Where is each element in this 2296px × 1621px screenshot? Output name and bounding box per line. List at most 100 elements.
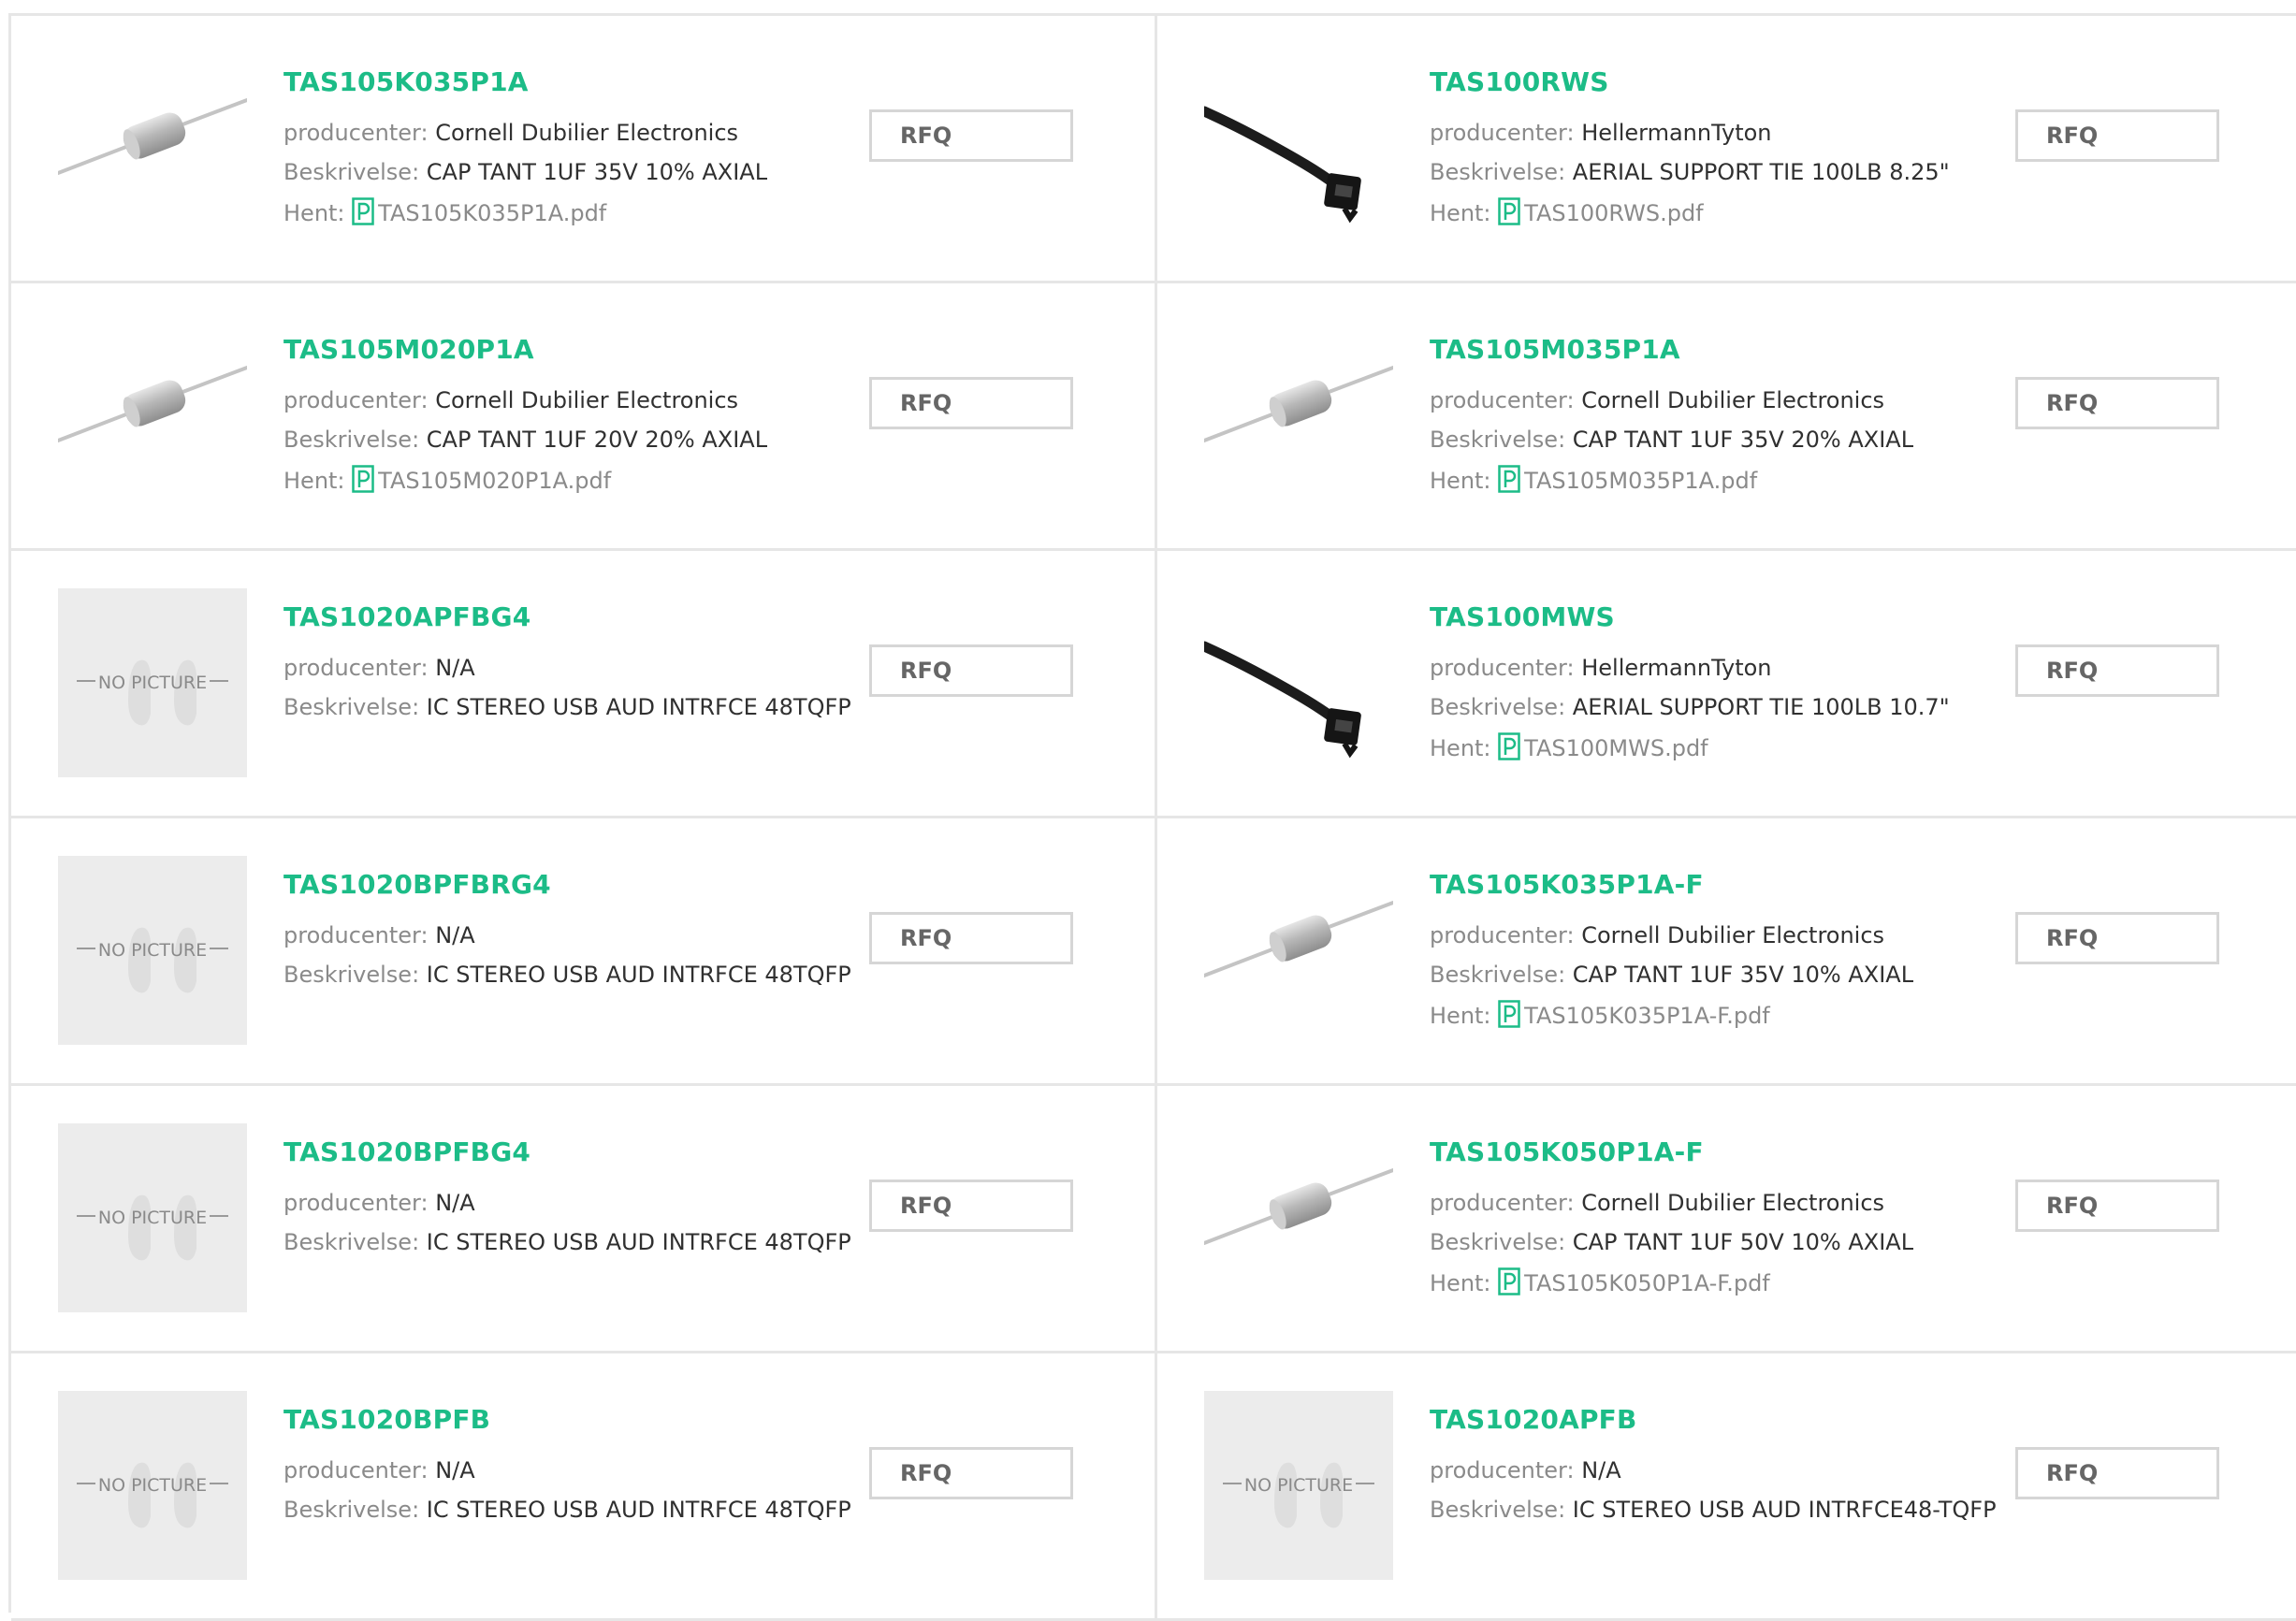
description-row: Beskrivelse: IC STEREO USB AUD INTRFCE 4…: [283, 1228, 851, 1256]
datasheet-link[interactable]: TAS105M020P1A.pdf: [378, 468, 611, 494]
no-picture-placeholder[interactable]: NO PICTURE: [58, 588, 247, 777]
description-row: Beskrivelse: IC STEREO USB AUD INTRFCE 4…: [283, 1496, 851, 1524]
download-label: Hent:: [1430, 1270, 1499, 1296]
rfq-button[interactable]: RFQ: [2015, 109, 2219, 162]
description-label: Beskrivelse:: [283, 694, 427, 720]
manufacturer-row: producenter: N/A: [283, 1189, 475, 1217]
product-card: TAS100RWS producenter: HellermannTyton B…: [1157, 16, 2296, 283]
no-picture-placeholder[interactable]: NO PICTURE: [58, 1391, 247, 1580]
manufacturer-value: Cornell Dubilier Electronics: [1581, 1190, 1885, 1216]
part-number-link[interactable]: TAS105K035P1A-F: [1430, 869, 1704, 900]
no-picture-text: NO PICTURE: [98, 673, 207, 693]
manufacturer-label: producenter:: [1430, 655, 1582, 681]
no-picture-placeholder[interactable]: NO PICTURE: [58, 856, 247, 1045]
datasheet-link[interactable]: TAS105K035P1A-F.pdf: [1524, 1003, 1770, 1029]
rfq-button[interactable]: RFQ: [869, 912, 1073, 964]
part-number-link[interactable]: TAS100RWS: [1430, 66, 1609, 97]
description-value: AERIAL SUPPORT TIE 100LB 8.25": [1572, 159, 1950, 185]
pdf-icon[interactable]: [1498, 1000, 1520, 1035]
manufacturer-row: producenter: N/A: [283, 654, 475, 682]
part-number-link[interactable]: TAS1020APFB: [1430, 1404, 1637, 1435]
pdf-glyph: [352, 197, 374, 225]
pdf-icon[interactable]: [1498, 732, 1520, 767]
pdf-icon[interactable]: [1498, 197, 1520, 232]
rfq-button[interactable]: RFQ: [2015, 1180, 2219, 1232]
rfq-button[interactable]: RFQ: [2015, 1447, 2219, 1499]
manufacturer-value: HellermannTyton: [1581, 120, 1772, 146]
download-row: Hent: TAS105M035P1A.pdf: [1430, 465, 1757, 499]
product-card: NO PICTURE TAS1020BPFB producenter: N/A …: [11, 1353, 1157, 1621]
description-row: Beskrivelse: CAP TANT 1UF 35V 10% AXIAL: [283, 158, 767, 186]
part-number-link[interactable]: TAS105K035P1A: [283, 66, 529, 97]
description-row: Beskrivelse: AERIAL SUPPORT TIE 100LB 8.…: [1430, 158, 1950, 186]
datasheet-link[interactable]: TAS105M035P1A.pdf: [1524, 468, 1757, 494]
cable-tie-image[interactable]: [1204, 588, 1393, 777]
pdf-icon[interactable]: [352, 465, 374, 499]
manufacturer-value: N/A: [435, 1190, 475, 1216]
product-card: TAS105K050P1A-F producenter: Cornell Dub…: [1157, 1086, 2296, 1353]
axial-capacitor-image[interactable]: [58, 53, 247, 242]
part-number-link[interactable]: TAS105M020P1A: [283, 334, 534, 365]
download-row: Hent: TAS105K035P1A-F.pdf: [1430, 1000, 1770, 1035]
download-label: Hent:: [1430, 200, 1499, 226]
product-card: TAS105K035P1A-F producenter: Cornell Dub…: [1157, 818, 2296, 1086]
description-label: Beskrivelse:: [283, 159, 427, 185]
no-picture-text: NO PICTURE: [98, 1475, 207, 1496]
product-card: TAS100MWS producenter: HellermannTyton B…: [1157, 551, 2296, 818]
manufacturer-row: producenter: N/A: [1430, 1456, 1621, 1484]
axial-capacitor-image[interactable]: [58, 321, 247, 510]
pdf-icon[interactable]: [1498, 1267, 1520, 1302]
pdf-glyph: [1498, 1000, 1520, 1028]
rfq-button[interactable]: RFQ: [869, 1447, 1073, 1499]
description-label: Beskrivelse:: [283, 1497, 427, 1523]
download-label: Hent:: [1430, 735, 1499, 761]
download-label: Hent:: [1430, 1003, 1499, 1029]
manufacturer-value: Cornell Dubilier Electronics: [1581, 922, 1885, 948]
datasheet-link[interactable]: TAS100MWS.pdf: [1524, 735, 1707, 761]
part-number-link[interactable]: TAS100MWS: [1430, 601, 1615, 632]
datasheet-link[interactable]: TAS100RWS.pdf: [1524, 200, 1703, 226]
pdf-glyph: [1498, 197, 1520, 225]
download-label: Hent:: [1430, 468, 1499, 494]
description-label: Beskrivelse:: [1430, 962, 1573, 988]
description-row: Beskrivelse: CAP TANT 1UF 35V 10% AXIAL: [1430, 961, 1913, 989]
rfq-button[interactable]: RFQ: [2015, 377, 2219, 429]
part-number-link[interactable]: TAS105K050P1A-F: [1430, 1136, 1704, 1167]
rfq-button[interactable]: RFQ: [869, 109, 1073, 162]
manufacturer-value: N/A: [435, 1457, 475, 1484]
description-row: Beskrivelse: IC STEREO USB AUD INTRFCE 4…: [283, 693, 851, 721]
rfq-button[interactable]: RFQ: [869, 377, 1073, 429]
rfq-button[interactable]: RFQ: [869, 644, 1073, 697]
axial-capacitor-image[interactable]: [1204, 1123, 1393, 1312]
manufacturer-value: Cornell Dubilier Electronics: [435, 387, 739, 413]
cable-tie-image[interactable]: [1204, 53, 1393, 242]
no-picture-placeholder[interactable]: NO PICTURE: [1204, 1391, 1393, 1580]
manufacturer-row: producenter: N/A: [283, 1456, 475, 1484]
description-value: CAP TANT 1UF 20V 20% AXIAL: [426, 427, 768, 453]
product-card: NO PICTURE TAS1020BPFBRG4 producenter: N…: [11, 818, 1157, 1086]
download-label: Hent:: [283, 468, 353, 494]
product-card: NO PICTURE TAS1020APFBG4 producenter: N/…: [11, 551, 1157, 818]
product-card: NO PICTURE TAS1020APFB producenter: N/A …: [1157, 1353, 2296, 1621]
part-number-link[interactable]: TAS1020APFBG4: [283, 601, 530, 632]
product-card: TAS105K035P1A producenter: Cornell Dubil…: [11, 16, 1157, 283]
no-picture-placeholder[interactable]: NO PICTURE: [58, 1123, 247, 1312]
datasheet-link[interactable]: TAS105K035P1A.pdf: [378, 200, 606, 226]
rfq-button[interactable]: RFQ: [2015, 912, 2219, 964]
no-picture-text: NO PICTURE: [98, 1208, 207, 1228]
part-number-link[interactable]: TAS1020BPFBG4: [283, 1136, 530, 1167]
datasheet-link[interactable]: TAS105K050P1A-F.pdf: [1524, 1270, 1770, 1296]
part-number-link[interactable]: TAS1020BPFBRG4: [283, 869, 551, 900]
axial-capacitor-image[interactable]: [1204, 321, 1393, 510]
pdf-icon[interactable]: [1498, 465, 1520, 499]
rfq-button[interactable]: RFQ: [2015, 644, 2219, 697]
axial-capacitor-image[interactable]: [1204, 856, 1393, 1045]
pdf-glyph: [1498, 732, 1520, 760]
rfq-button[interactable]: RFQ: [869, 1180, 1073, 1232]
pdf-icon[interactable]: [352, 197, 374, 232]
manufacturer-label: producenter:: [1430, 387, 1582, 413]
download-row: Hent: TAS105K050P1A-F.pdf: [1430, 1267, 1770, 1302]
part-number-link[interactable]: TAS1020BPFB: [283, 1404, 490, 1435]
part-number-link[interactable]: TAS105M035P1A: [1430, 334, 1680, 365]
description-value: CAP TANT 1UF 35V 10% AXIAL: [1572, 962, 1914, 988]
